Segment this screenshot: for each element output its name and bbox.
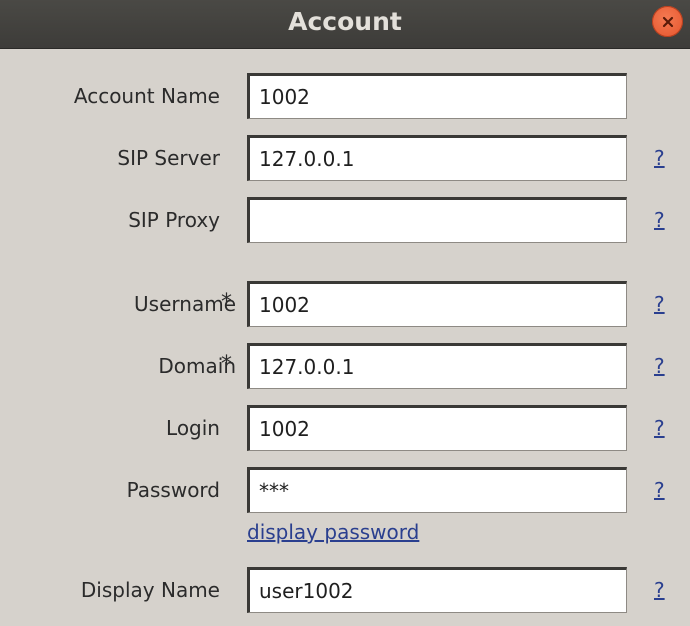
domain-row: Domain * ?: [0, 343, 690, 389]
display-name-input[interactable]: [247, 567, 627, 613]
domain-help-link[interactable]: ?: [654, 343, 665, 389]
username-required-mark: *: [221, 290, 232, 315]
sip-proxy-row: SIP Proxy ?: [0, 197, 690, 243]
window-title: Account: [288, 7, 402, 36]
login-row: Login ?: [0, 405, 690, 451]
login-label: Login: [166, 416, 220, 440]
display-name-row: Display Name ?: [0, 567, 690, 613]
account-name-label: Account Name: [73, 84, 220, 108]
display-password-link[interactable]: display password: [247, 519, 419, 545]
domain-input[interactable]: [247, 343, 627, 389]
password-help-link[interactable]: ?: [654, 467, 665, 513]
username-input[interactable]: [247, 281, 627, 327]
titlebar: Account: [0, 0, 690, 49]
close-icon: [662, 16, 673, 27]
login-input[interactable]: [247, 405, 627, 451]
account-name-row: Account Name: [0, 73, 690, 119]
sip-proxy-help-link[interactable]: ?: [654, 197, 665, 243]
sip-proxy-label: SIP Proxy: [128, 208, 220, 232]
password-row: Password ?: [0, 467, 690, 513]
sip-server-row: SIP Server ?: [0, 135, 690, 181]
sip-proxy-input[interactable]: [247, 197, 627, 243]
domain-required-mark: *: [221, 352, 232, 377]
close-button[interactable]: [652, 6, 683, 37]
password-input[interactable]: [247, 467, 627, 513]
password-label: Password: [126, 478, 220, 502]
display-name-help-link[interactable]: ?: [654, 567, 665, 613]
username-help-link[interactable]: ?: [654, 281, 665, 327]
username-row: Username * ?: [0, 281, 690, 327]
login-help-link[interactable]: ?: [654, 405, 665, 451]
sip-server-label: SIP Server: [117, 146, 220, 170]
sip-server-help-link[interactable]: ?: [654, 135, 665, 181]
account-name-input[interactable]: [247, 73, 627, 119]
sip-server-input[interactable]: [247, 135, 627, 181]
display-name-label: Display Name: [80, 578, 220, 602]
